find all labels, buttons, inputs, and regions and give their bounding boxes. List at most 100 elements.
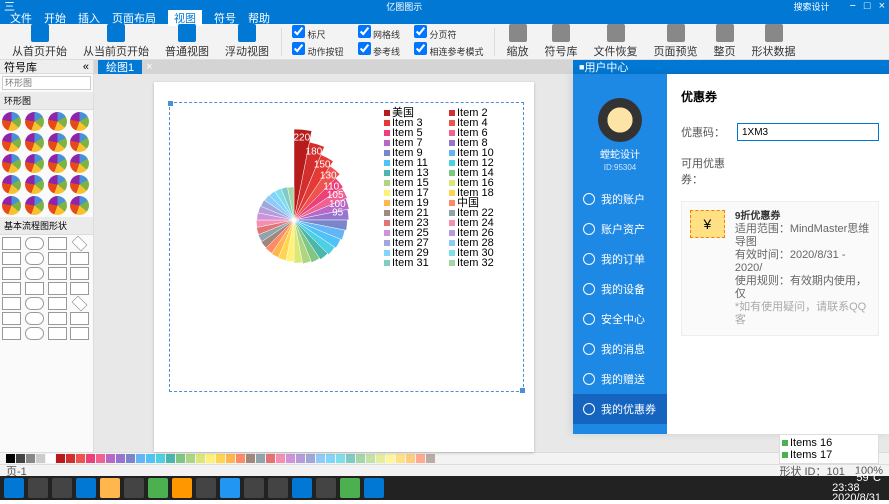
color-swatch[interactable] <box>116 454 125 463</box>
flow-shape-15[interactable] <box>70 282 89 295</box>
app-icon-3[interactable] <box>172 478 192 498</box>
color-swatch[interactable] <box>236 454 245 463</box>
flow-shape-4[interactable] <box>2 252 21 265</box>
color-swatch[interactable] <box>246 454 255 463</box>
color-swatch[interactable] <box>66 454 75 463</box>
explorer-icon[interactable] <box>100 478 120 498</box>
user-menu-7[interactable]: 我的优惠券 <box>573 394 667 424</box>
pie-shape-8[interactable] <box>2 154 21 173</box>
color-swatch[interactable] <box>286 454 295 463</box>
color-swatch[interactable] <box>46 454 55 463</box>
color-swatch[interactable] <box>126 454 135 463</box>
coupon-code-input[interactable] <box>737 123 879 141</box>
ribbon-整页[interactable]: 整页 <box>708 22 742 61</box>
flow-shape-26[interactable] <box>48 327 67 340</box>
color-swatch[interactable] <box>306 454 315 463</box>
min-button[interactable]: − <box>849 0 855 12</box>
color-swatch[interactable] <box>296 454 305 463</box>
flow-shape-23[interactable] <box>70 312 89 325</box>
flow-shape-13[interactable] <box>25 282 44 295</box>
flow-shape-18[interactable] <box>48 297 67 310</box>
pie-shape-6[interactable] <box>48 133 67 152</box>
flow-shape-14[interactable] <box>48 282 67 295</box>
pie-shape-10[interactable] <box>48 154 67 173</box>
app-icon-4[interactable] <box>196 478 216 498</box>
color-swatch[interactable] <box>276 454 285 463</box>
color-swatch[interactable] <box>316 454 325 463</box>
symbol-search-input[interactable] <box>2 76 91 90</box>
user-menu-5[interactable]: 我的消息 <box>573 334 667 364</box>
pie-shape-17[interactable] <box>25 196 44 215</box>
ribbon-形状数据[interactable]: 形状数据 <box>746 22 802 61</box>
color-swatch[interactable] <box>196 454 205 463</box>
flow-shape-8[interactable] <box>2 267 21 280</box>
flow-shape-3[interactable] <box>72 236 88 252</box>
flow-shape-24[interactable] <box>2 327 21 340</box>
color-swatch[interactable] <box>256 454 265 463</box>
color-swatch[interactable] <box>406 454 415 463</box>
flow-shape-11[interactable] <box>70 267 89 280</box>
color-swatch[interactable] <box>416 454 425 463</box>
pie-shape-9[interactable] <box>25 154 44 173</box>
color-swatch[interactable] <box>356 454 365 463</box>
pie-shape-18[interactable] <box>48 196 67 215</box>
user-menu-4[interactable]: 安全中心 <box>573 304 667 334</box>
chk-分页符[interactable]: 分页符 <box>414 25 484 41</box>
user-menu-0[interactable]: 我的账户 <box>573 184 667 214</box>
user-menu-3[interactable]: 我的设备 <box>573 274 667 304</box>
pie-shape-0[interactable] <box>2 112 21 131</box>
color-swatch[interactable] <box>176 454 185 463</box>
panel-collapse-icon[interactable]: « <box>83 61 89 73</box>
color-swatch[interactable] <box>206 454 215 463</box>
coupon-card[interactable]: ¥ 9折优惠券 适用范围：MindMaster思维导图 有效时间：2020/8/… <box>681 201 879 336</box>
ribbon-从当前页开始[interactable]: 从当前页开始 <box>77 22 155 61</box>
flow-shape-0[interactable] <box>2 237 21 250</box>
start-button[interactable] <box>4 478 24 498</box>
pie-shape-1[interactable] <box>25 112 44 131</box>
app-icon-7[interactable] <box>268 478 288 498</box>
pie-shape-15[interactable] <box>70 175 89 194</box>
pie-shape-3[interactable] <box>70 112 89 131</box>
flow-shape-27[interactable] <box>70 327 89 340</box>
pie-shape-11[interactable] <box>70 154 89 173</box>
ribbon-文件恢复[interactable]: 文件恢复 <box>588 22 644 61</box>
app-icon-2[interactable] <box>148 478 168 498</box>
legend-item-31[interactable]: Item 32 <box>449 258 514 268</box>
color-swatch[interactable] <box>226 454 235 463</box>
document-tab[interactable]: 绘图1 <box>98 60 142 74</box>
ribbon-页面预览[interactable]: 页面预览 <box>648 22 704 61</box>
flow-shape-5[interactable] <box>25 252 44 265</box>
pie-shape-7[interactable] <box>70 133 89 152</box>
pie-shape-5[interactable] <box>25 133 44 152</box>
ribbon-缩放[interactable]: 缩放 <box>501 22 535 61</box>
flow-shape-10[interactable] <box>48 267 67 280</box>
flow-shape-12[interactable] <box>2 282 21 295</box>
ribbon-普通视图[interactable]: 普通视图 <box>159 22 215 61</box>
color-swatch[interactable] <box>26 454 35 463</box>
tab-close-icon[interactable]: × <box>142 61 156 73</box>
flow-shape-20[interactable] <box>2 312 21 325</box>
pie-shape-16[interactable] <box>2 196 21 215</box>
pie-shape-2[interactable] <box>48 112 67 131</box>
color-swatch[interactable] <box>186 454 195 463</box>
flow-shape-22[interactable] <box>48 312 67 325</box>
pie-shape-19[interactable] <box>70 196 89 215</box>
ribbon-从首页开始[interactable]: 从首页开始 <box>6 22 73 61</box>
close-button[interactable]: × <box>879 0 885 12</box>
color-swatch[interactable] <box>376 454 385 463</box>
chk-动作按钮[interactable]: 动作按钮 <box>292 42 344 58</box>
color-swatch[interactable] <box>396 454 405 463</box>
chk-相连参考模式[interactable]: 相连参考模式 <box>414 42 484 58</box>
flow-shape-17[interactable] <box>25 297 44 310</box>
avatar[interactable] <box>598 98 642 142</box>
color-swatch[interactable] <box>216 454 225 463</box>
flow-shape-9[interactable] <box>25 267 44 280</box>
color-swatch[interactable] <box>426 454 435 463</box>
color-swatch[interactable] <box>86 454 95 463</box>
max-button[interactable]: □ <box>864 0 871 12</box>
chk-参考线[interactable]: 参考线 <box>358 42 401 58</box>
ribbon-符号库[interactable]: 符号库 <box>539 22 584 61</box>
color-swatch[interactable] <box>336 454 345 463</box>
search-top[interactable]: 搜索设计 <box>793 0 829 13</box>
user-menu-6[interactable]: 我的赠送 <box>573 364 667 394</box>
